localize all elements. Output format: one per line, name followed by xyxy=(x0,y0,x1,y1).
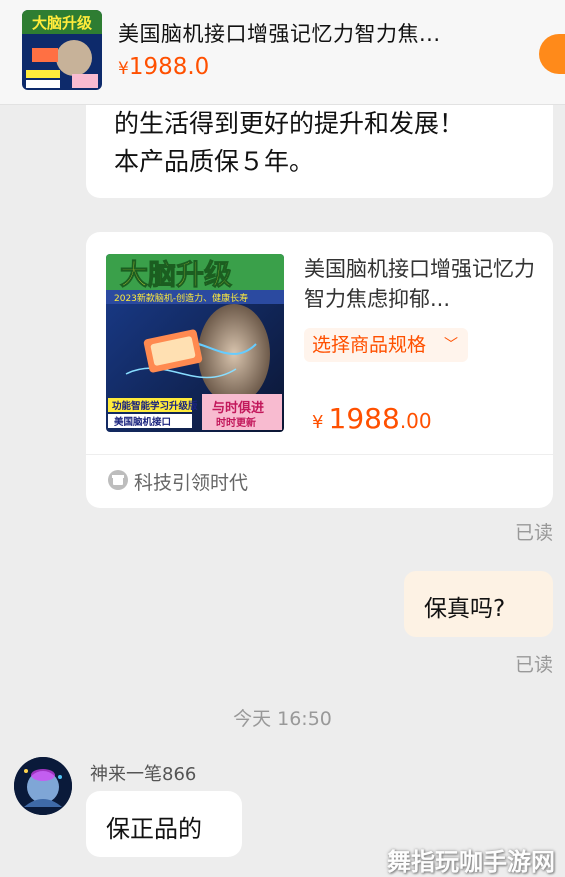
watermark: 舞指玩咖手游网 xyxy=(387,848,555,876)
card-image-badge: 功能智能学习升级版 xyxy=(112,400,198,412)
card-image-slogan: 时时更新 xyxy=(216,416,256,429)
product-header[interactable]: 大脑升级 美国脑机接口增强记忆力智力焦... ¥1988.0 xyxy=(0,0,565,105)
select-spec-label: 选择商品规格 xyxy=(312,334,427,356)
message-text: 保正品的 xyxy=(106,815,202,843)
svg-text:大脑升级: 大脑升级 xyxy=(120,258,232,291)
chevron-down-icon: ﹀ xyxy=(444,337,458,353)
card-divider xyxy=(86,454,553,455)
message-text-line: 本产品质保５年。 xyxy=(114,147,315,176)
sender-name: 神来一笔866 xyxy=(90,764,197,785)
product-thumbnail[interactable]: 大脑升级 xyxy=(22,10,102,90)
price-value: 1988.0 xyxy=(128,54,210,80)
avatar[interactable] xyxy=(14,757,72,815)
read-receipt: 已读 xyxy=(514,654,553,676)
message-bubble-sent: 保真吗? xyxy=(404,571,553,637)
card-image-badge: 美国脑机接口 xyxy=(113,416,171,428)
select-spec-button[interactable]: 选择商品规格 ﹀ xyxy=(304,328,468,362)
card-image-subtitle: 2023新款脑机-创造力、健康长寿 xyxy=(114,292,248,304)
message-text-line: 的生活得到更好的提升和发展！ xyxy=(114,109,465,138)
timestamp: 今天 16:50 xyxy=(233,708,332,730)
product-card[interactable]: 大脑升级 2023新款脑机-创造力、健康长寿 功能智能学习升级版 美国脑机接口 … xyxy=(86,232,553,508)
price-integer: 1988 xyxy=(328,402,400,435)
shop-name[interactable]: 科技引领时代 xyxy=(134,468,248,495)
message-text: 保真吗? xyxy=(424,596,506,622)
product-title[interactable]: 美国脑机接口增强记忆力智力焦... xyxy=(118,18,441,48)
card-image-slogan: 与时俱进 xyxy=(212,400,264,416)
svg-text:大脑升级: 大脑升级 xyxy=(32,14,93,32)
product-card-price: ¥ 1988.00 xyxy=(312,402,432,435)
currency-symbol: ¥ xyxy=(312,412,324,433)
currency-symbol: ¥ xyxy=(118,59,129,79)
product-card-title[interactable]: 美国脑机接口增强记忆力智力焦虑抑郁... xyxy=(304,254,540,314)
price-decimal: .00 xyxy=(399,409,432,433)
shop-icon xyxy=(108,470,128,490)
read-receipt: 已读 xyxy=(514,522,553,544)
message-bubble-received: 保正品的 xyxy=(86,791,242,857)
product-card-image[interactable]: 大脑升级 2023新款脑机-创造力、健康长寿 功能智能学习升级版 美国脑机接口 … xyxy=(106,254,284,432)
product-price: ¥1988.0 xyxy=(118,54,209,80)
action-button[interactable] xyxy=(539,34,565,74)
